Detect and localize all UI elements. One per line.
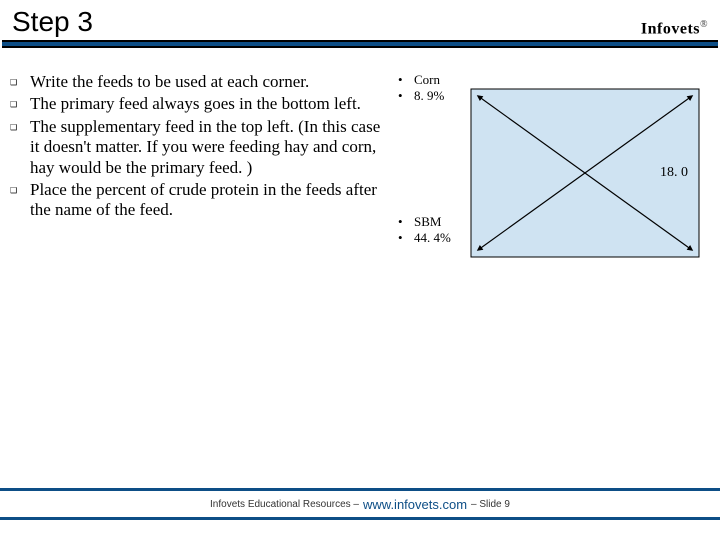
list-item: ❑ Write the feeds to be used at each cor… [10,72,390,92]
feed-value: 44. 4% [414,230,451,246]
feed-value: 8. 9% [414,88,444,104]
bottom-feed-label: •SBM •44. 4% [398,214,470,246]
list-item: ❑ The supplementary feed in the top left… [10,117,390,178]
bullet-column: ❑ Write the feeds to be used at each cor… [10,72,390,356]
footer: Infovets Educational Resources – www.inf… [0,488,720,520]
footer-suffix: – Slide 9 [471,499,510,510]
bullet-icon: • [398,214,414,230]
diagram-column: •Corn •8. 9% •SBM •44. 4% 18. 0 [390,72,710,356]
list-item-text: Place the percent of crude protein in th… [30,180,390,221]
bullet-icon: ❑ [10,94,30,114]
registered-icon: ® [700,19,708,30]
center-value: 18. 0 [660,165,688,181]
bullet-icon: ❑ [10,117,30,178]
brand-logo: Infovets® [641,19,708,38]
content-area: ❑ Write the feeds to be used at each cor… [0,48,720,356]
bullet-icon: ❑ [10,72,30,92]
feed-name: SBM [414,214,441,230]
title-bar: Step 3 Infovets® [0,0,720,40]
brand-text: Infovets [641,20,700,37]
footer-url: www.infovets.com [363,497,467,512]
bullet-icon: • [398,72,414,88]
bullet-icon: • [398,230,414,246]
divider [2,40,718,48]
bullet-icon: ❑ [10,180,30,221]
page-title: Step 3 [12,6,93,38]
list-item: ❑ The primary feed always goes in the bo… [10,94,390,114]
feed-labels: •Corn •8. 9% •SBM •44. 4% [398,72,470,356]
footer-prefix: Infovets Educational Resources – [210,499,359,510]
feed-name: Corn [414,72,440,88]
list-item-text: The primary feed always goes in the bott… [30,94,361,114]
list-item-text: The supplementary feed in the top left. … [30,117,390,178]
list-item-text: Write the feeds to be used at each corne… [30,72,309,92]
bullet-icon: • [398,88,414,104]
top-feed-label: •Corn •8. 9% [398,72,470,104]
pearson-square: 18. 0 [470,72,710,356]
list-item: ❑ Place the percent of crude protein in … [10,180,390,221]
